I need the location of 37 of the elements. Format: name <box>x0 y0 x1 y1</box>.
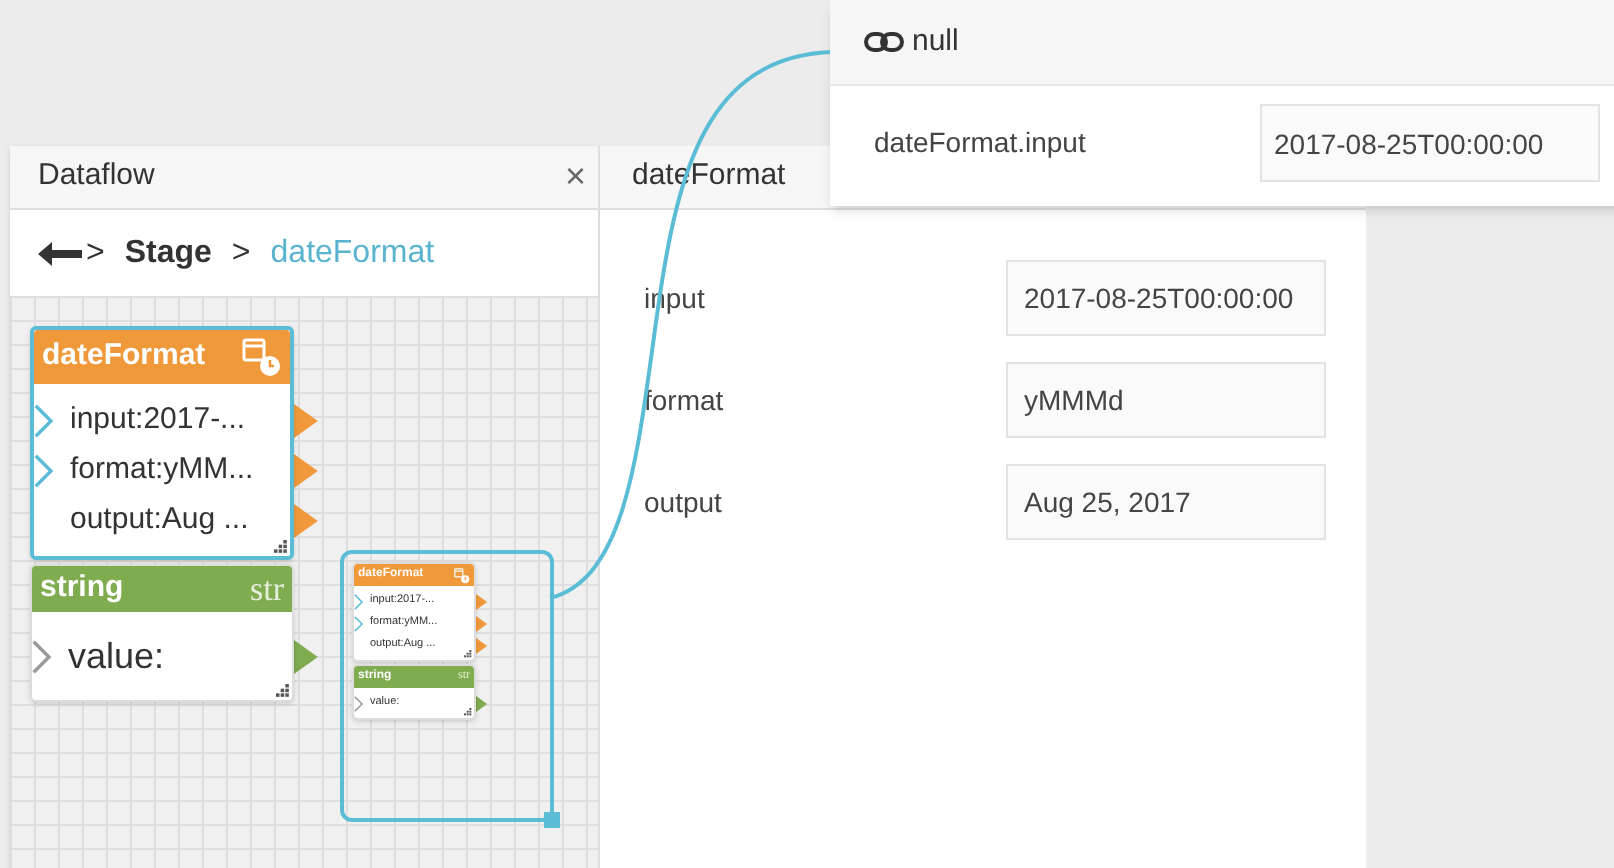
input-port-icon[interactable] <box>354 695 364 711</box>
resize-grip-icon[interactable] <box>464 650 472 658</box>
resize-handle[interactable] <box>544 812 560 828</box>
close-button[interactable]: × <box>564 150 586 204</box>
input-port-icon[interactable] <box>34 403 55 437</box>
binding-label: dateFormat.input <box>874 124 1086 162</box>
calendar-clock-icon <box>242 337 282 377</box>
resize-grip-icon[interactable] <box>464 708 472 716</box>
port-label: output:Aug ... <box>70 499 249 540</box>
panel-title: Dataflow <box>38 156 155 197</box>
node-card[interactable]: dateFormat input:2017-... format:yMM... output:Aug ... <box>30 326 294 560</box>
node-card[interactable]: string str value: <box>30 564 294 702</box>
calendar-clock-icon <box>454 567 470 583</box>
resize-grip-icon[interactable] <box>274 540 288 554</box>
resize-grip-icon[interactable] <box>276 684 290 698</box>
port-label: value: <box>68 633 165 679</box>
property-label: output <box>644 483 722 522</box>
node-type-label: str <box>250 567 284 612</box>
binding-field[interactable]: 2017-08-25T00:00:00 <box>1260 104 1600 182</box>
port-label: format:yMM... <box>70 449 254 490</box>
input-port-icon[interactable] <box>34 453 55 487</box>
breadcrumb-separator: > <box>231 233 251 273</box>
property-label: format <box>644 381 724 419</box>
node-title: string <box>40 568 124 609</box>
node-title: dateFormat <box>42 336 206 377</box>
input-port-icon[interactable] <box>32 639 53 673</box>
property-field[interactable]: yMMMd <box>1006 362 1326 438</box>
back-arrow-icon[interactable] <box>38 241 82 265</box>
popup-title: null <box>912 21 959 62</box>
port-label: input:2017-... <box>70 399 246 440</box>
input-port-icon[interactable] <box>354 615 364 631</box>
property-field[interactable]: Aug 25, 2017 <box>1006 464 1326 540</box>
input-port-icon[interactable] <box>354 593 364 609</box>
breadcrumb-link[interactable]: Stage <box>124 229 212 277</box>
breadcrumb-separator: > <box>86 233 105 273</box>
property-field[interactable]: 2017-08-25T00:00:00 <box>1006 260 1326 336</box>
link-icon <box>864 32 904 52</box>
